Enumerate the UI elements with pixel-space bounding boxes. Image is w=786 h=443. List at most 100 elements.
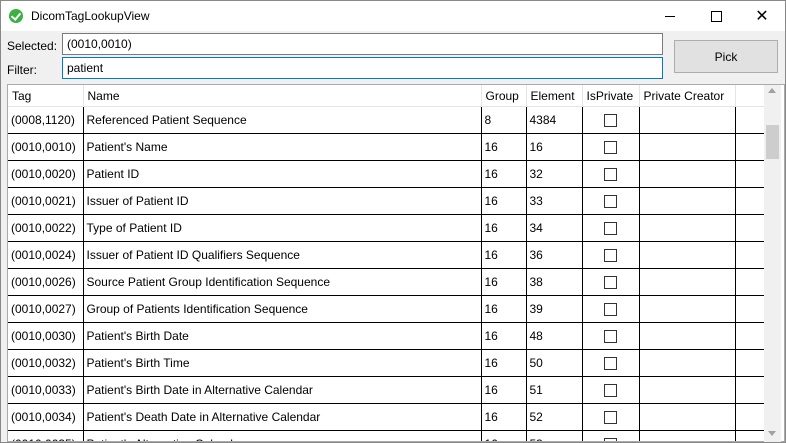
isprivate-checkbox[interactable]: [604, 384, 617, 398]
cell-tag[interactable]: (0010,0010): [8, 133, 84, 161]
cell-tag[interactable]: (0010,0034): [8, 403, 84, 431]
cell-element[interactable]: 32: [526, 160, 583, 188]
cell-group[interactable]: 16: [481, 214, 527, 242]
isprivate-checkbox[interactable]: [604, 114, 617, 128]
column-header-private-creator[interactable]: Private Creator: [639, 85, 736, 107]
isprivate-checkbox[interactable]: [604, 330, 617, 344]
cell-tag[interactable]: (0010,0035): [8, 430, 84, 441]
isprivate-checkbox[interactable]: [604, 249, 617, 263]
cell-group[interactable]: 16: [481, 295, 527, 323]
cell-isprivate[interactable]: [582, 376, 640, 404]
cell-name[interactable]: Group of Patients Identification Sequenc…: [83, 295, 482, 323]
isprivate-checkbox[interactable]: [604, 195, 617, 209]
cell-element[interactable]: 16: [526, 133, 583, 161]
cell-group[interactable]: 16: [481, 133, 527, 161]
cell-isprivate[interactable]: [582, 187, 640, 215]
cell-element[interactable]: 34: [526, 214, 583, 242]
cell-name[interactable]: Patient's Birth Time: [83, 349, 482, 377]
cell-element[interactable]: 50: [526, 349, 583, 377]
cell-tag[interactable]: (0008,1120): [8, 106, 84, 134]
cell-isprivate[interactable]: [582, 214, 640, 242]
cell-name[interactable]: Patient ID: [83, 160, 482, 188]
cell-private-creator[interactable]: [639, 214, 736, 242]
cell-group[interactable]: 16: [481, 349, 527, 377]
column-header-name[interactable]: Name: [83, 85, 482, 107]
cell-private-creator[interactable]: [639, 268, 736, 296]
cell-isprivate[interactable]: [582, 322, 640, 350]
cell-isprivate[interactable]: [582, 295, 640, 323]
cell-tag[interactable]: (0010,0024): [8, 241, 84, 269]
table-row[interactable]: (0010,0021) Issuer of Patient ID 16 33: [8, 187, 766, 215]
table-row[interactable]: (0010,0026) Source Patient Group Identifi…: [8, 268, 766, 296]
vertical-scrollbar[interactable]: [764, 85, 781, 442]
cell-tag[interactable]: (0010,0030): [8, 322, 84, 350]
cell-private-creator[interactable]: [639, 133, 736, 161]
cell-private-creator[interactable]: [639, 376, 736, 404]
cell-element[interactable]: 36: [526, 241, 583, 269]
cell-element[interactable]: 52: [526, 403, 583, 431]
maximize-button[interactable]: [693, 1, 739, 31]
isprivate-checkbox[interactable]: [604, 357, 617, 371]
cell-isprivate[interactable]: [582, 241, 640, 269]
cell-group[interactable]: 16: [481, 376, 527, 404]
cell-name[interactable]: Patient's Name: [83, 133, 482, 161]
filter-input[interactable]: patient: [62, 57, 663, 79]
pick-button[interactable]: Pick: [674, 40, 778, 73]
cell-group[interactable]: 16: [481, 322, 527, 350]
cell-private-creator[interactable]: [639, 241, 736, 269]
selected-field[interactable]: (0010,0010): [62, 33, 663, 55]
cell-private-creator[interactable]: [639, 187, 736, 215]
column-header-isprivate[interactable]: IsPrivate: [582, 85, 640, 107]
cell-element[interactable]: 48: [526, 322, 583, 350]
cell-group[interactable]: 8: [481, 106, 527, 134]
table-row[interactable]: (0008,1120) Referenced Patient Sequence 8 4…: [8, 106, 766, 134]
scroll-thumb[interactable]: [766, 125, 779, 159]
cell-name[interactable]: Issuer of Patient ID: [83, 187, 482, 215]
cell-isprivate[interactable]: [582, 133, 640, 161]
cell-tag[interactable]: (0010,0032): [8, 349, 84, 377]
cell-isprivate[interactable]: [582, 430, 640, 441]
cell-tag[interactable]: (0010,0026): [8, 268, 84, 296]
cell-tag[interactable]: (0010,0020): [8, 160, 84, 188]
cell-private-creator[interactable]: [639, 295, 736, 323]
cell-element[interactable]: 4384: [526, 106, 583, 134]
column-header-element[interactable]: Element: [526, 85, 583, 107]
cell-isprivate[interactable]: [582, 403, 640, 431]
cell-private-creator[interactable]: [639, 322, 736, 350]
cell-name[interactable]: Patient's Death Date in Alternative Cale…: [83, 403, 482, 431]
cell-element[interactable]: 53: [526, 430, 583, 441]
table-row[interactable]: (0010,0027) Group of Patients Identificat…: [8, 295, 766, 323]
cell-group[interactable]: 16: [481, 430, 527, 441]
isprivate-checkbox[interactable]: [604, 168, 617, 182]
cell-tag[interactable]: (0010,0022): [8, 214, 84, 242]
cell-name[interactable]: Patient's Alternative Calendar: [83, 430, 482, 441]
cell-private-creator[interactable]: [639, 430, 736, 441]
table-row[interactable]: (0010,0034) Patient's Death Date in Alter…: [8, 403, 766, 431]
minimize-button[interactable]: [647, 1, 693, 31]
cell-name[interactable]: Patient's Birth Date in Alternative Cale…: [83, 376, 482, 404]
cell-group[interactable]: 16: [481, 241, 527, 269]
cell-private-creator[interactable]: [639, 106, 736, 134]
table-row[interactable]: (0010,0020) Patient ID 16 32: [8, 160, 766, 188]
table-row[interactable]: (0010,0024) Issuer of Patient ID Qualifie…: [8, 241, 766, 269]
cell-name[interactable]: Type of Patient ID: [83, 214, 482, 242]
table-row[interactable]: (0010,0035)Patient's Alternative Calenda…: [8, 430, 766, 441]
column-header-group[interactable]: Group: [481, 85, 527, 107]
isprivate-checkbox[interactable]: [604, 141, 617, 155]
cell-private-creator[interactable]: [639, 349, 736, 377]
isprivate-checkbox[interactable]: [604, 411, 617, 425]
isprivate-checkbox[interactable]: [604, 276, 617, 290]
cell-name[interactable]: Referenced Patient Sequence: [83, 106, 482, 134]
cell-private-creator[interactable]: [639, 403, 736, 431]
cell-private-creator[interactable]: [639, 160, 736, 188]
scroll-up-icon[interactable]: [768, 88, 776, 93]
table-row[interactable]: (0010,0010) Patient's Name 16 16: [8, 133, 766, 161]
table-row[interactable]: (0010,0033) Patient's Birth Date in Alter…: [8, 376, 766, 404]
column-header-tag[interactable]: Tag: [8, 85, 84, 107]
cell-isprivate[interactable]: [582, 268, 640, 296]
scroll-down-icon[interactable]: [768, 431, 776, 436]
cell-tag[interactable]: (0010,0021): [8, 187, 84, 215]
isprivate-checkbox[interactable]: [604, 303, 617, 317]
cell-element[interactable]: 33: [526, 187, 583, 215]
cell-isprivate[interactable]: [582, 106, 640, 134]
